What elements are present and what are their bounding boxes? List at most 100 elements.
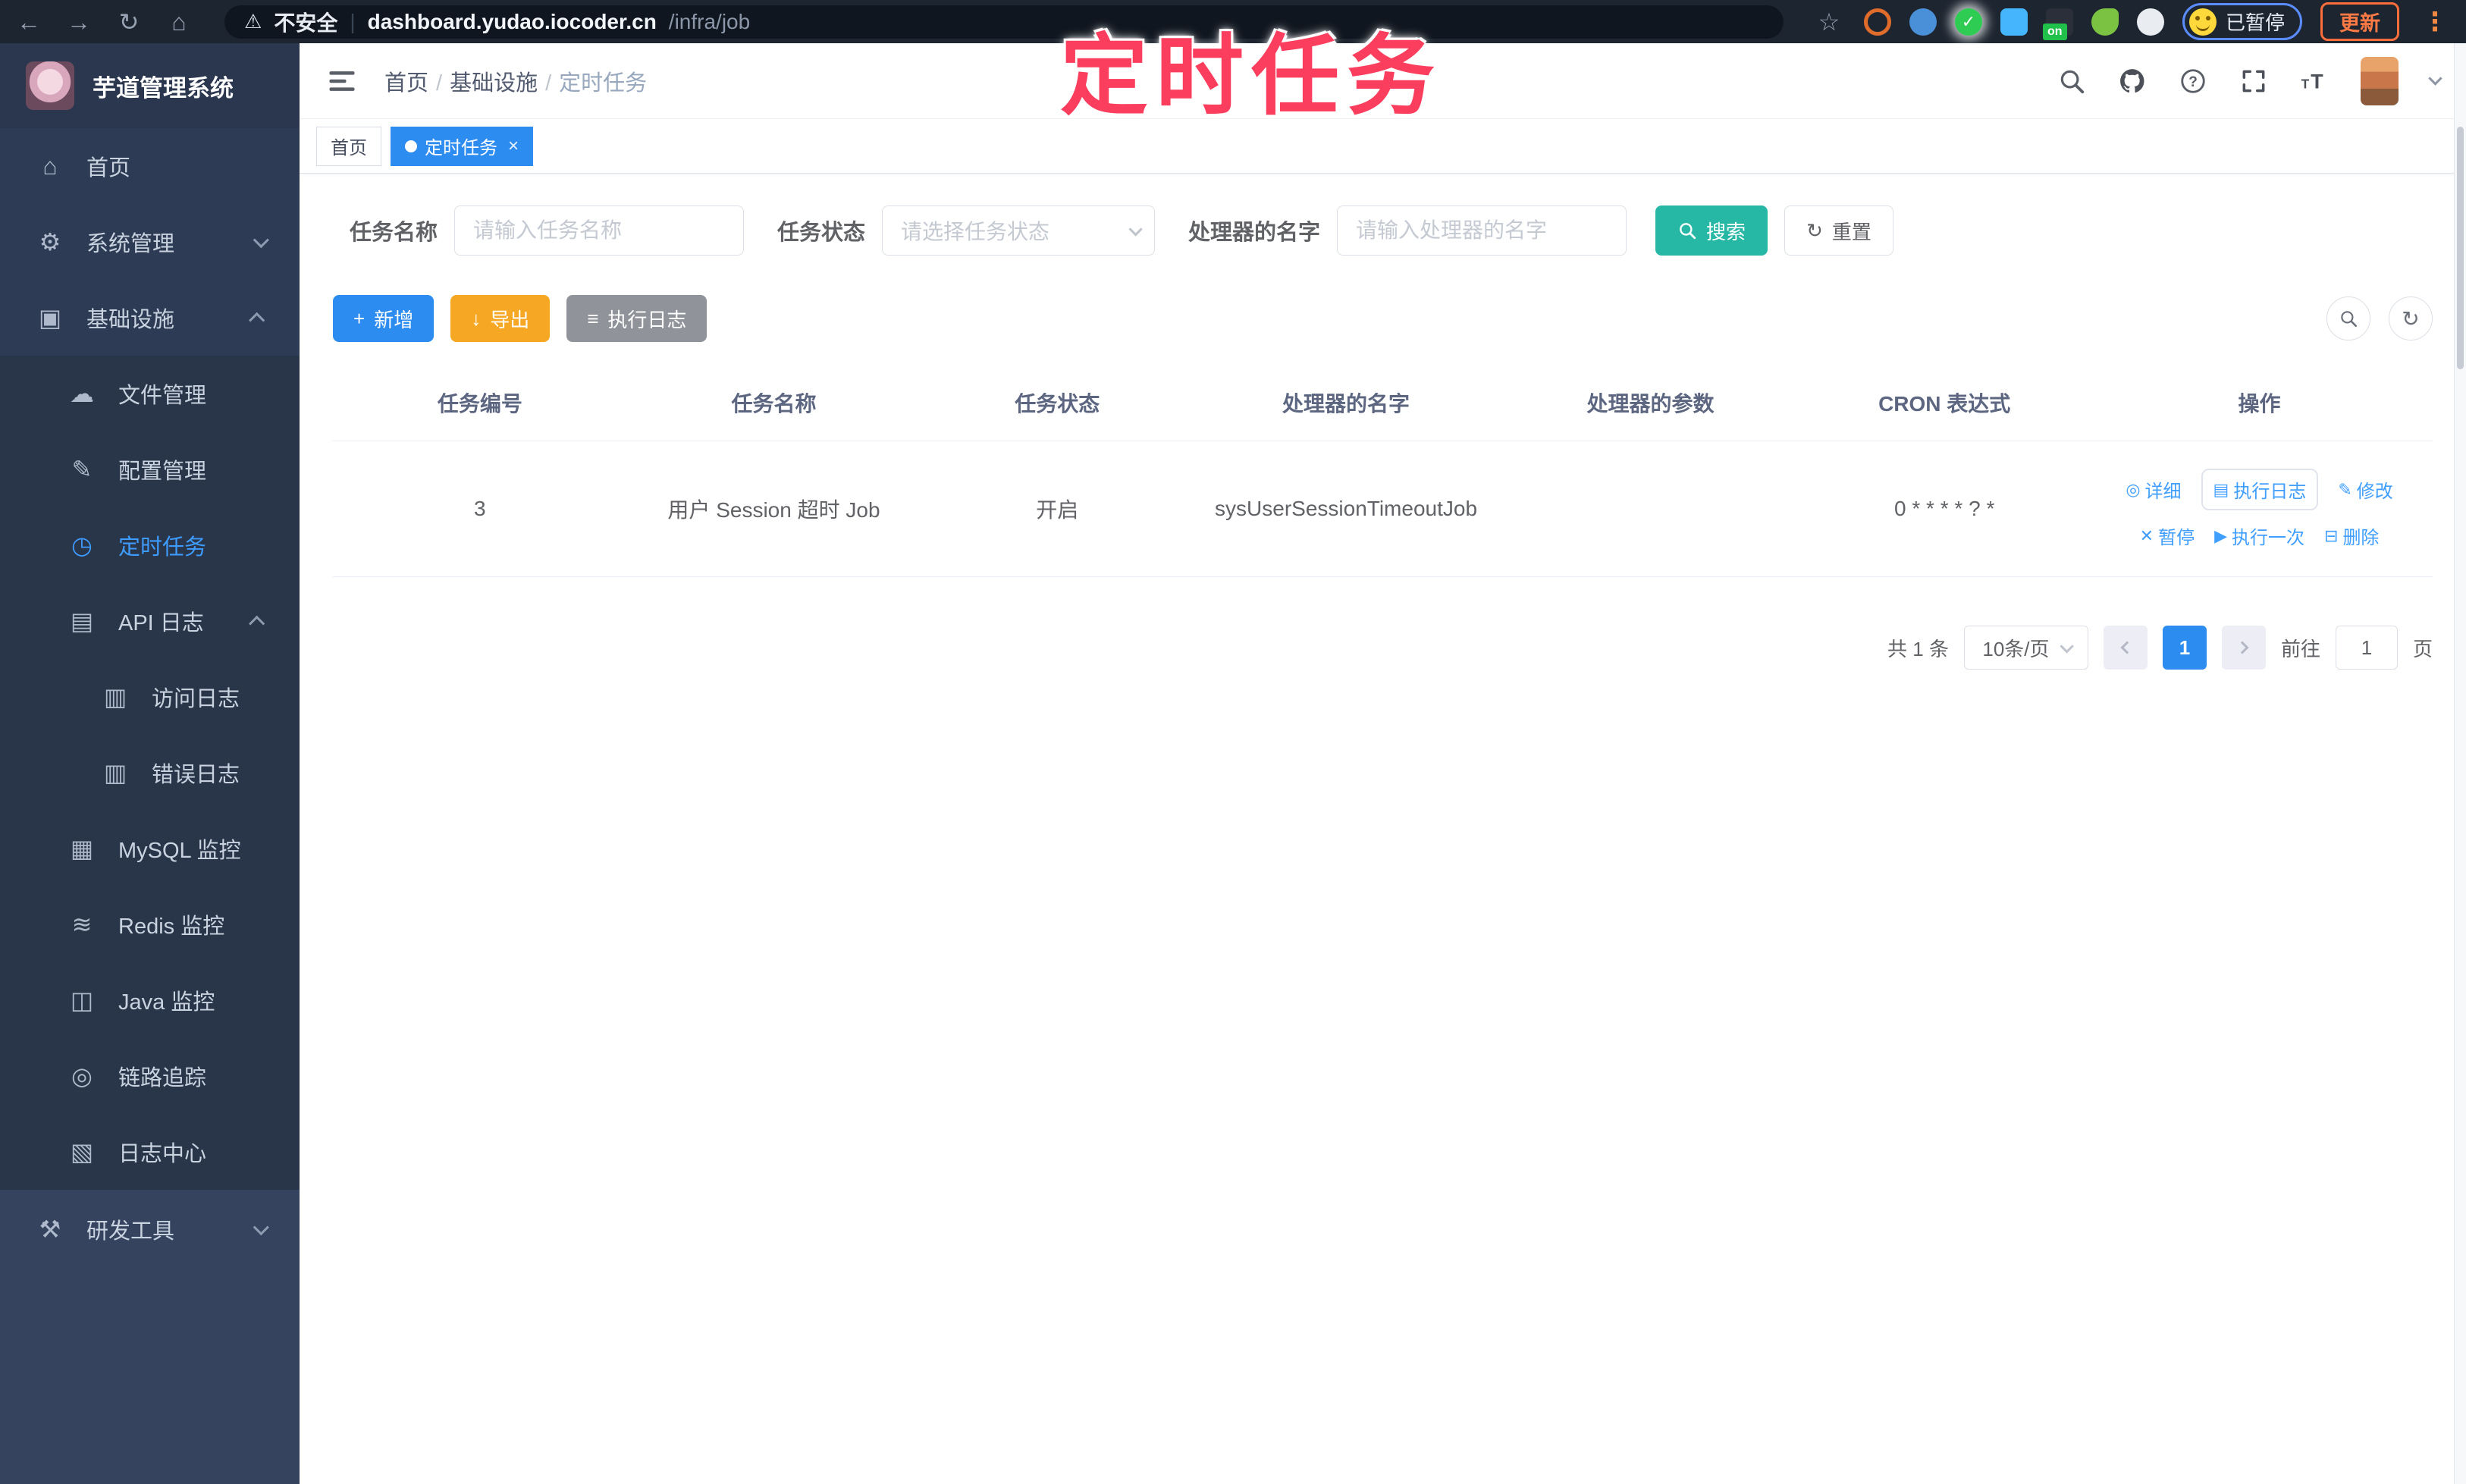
cell-job-name: 用户 Session 超时 Job <box>626 441 921 577</box>
extension-cyan-icon[interactable] <box>2000 8 2028 36</box>
exec-log-link[interactable]: ▤ 执行日志 <box>2201 469 2319 510</box>
prev-page-button[interactable] <box>2103 626 2148 670</box>
navbar-actions: ? T T <box>2057 56 2442 105</box>
export-button-label: 导出 <box>490 308 530 331</box>
cloud-upload-icon: ☁ <box>70 380 94 407</box>
sidebar-item-api-logs[interactable]: ▤ API 日志 <box>0 583 300 659</box>
timer-icon: ◷ <box>71 532 93 559</box>
log-icon: ▤ <box>2213 479 2229 499</box>
run-once-link[interactable]: ▶ 执行一次 <box>2214 522 2304 549</box>
browser-forward-icon[interactable]: → <box>64 10 94 34</box>
extension-blue-icon[interactable] <box>1909 8 1937 36</box>
hamburger-icon[interactable] <box>325 64 359 98</box>
not-secure-warning-icon: ⚠ <box>244 10 262 33</box>
extension-leaf-icon[interactable] <box>2091 8 2119 36</box>
handler-name-input[interactable] <box>1337 206 1627 256</box>
chevron-down-icon <box>2059 638 2074 654</box>
active-tab-dot <box>405 140 417 152</box>
next-page-button[interactable] <box>2221 626 2266 670</box>
page-number-button[interactable]: 1 <box>2162 626 2207 670</box>
address-bar[interactable]: ⚠ 不安全 | dashboard.yudao.iocoder.cn /infr… <box>224 5 1784 39</box>
sidebar-item-infrastructure[interactable]: ▣ 基础设施 <box>0 280 300 356</box>
font-size-icon[interactable]: T T <box>2300 67 2329 96</box>
svg-text:T: T <box>2311 70 2323 93</box>
plus-icon: + <box>353 307 366 330</box>
goto-page-input[interactable] <box>2335 626 2398 670</box>
tab-label: 首页 <box>331 138 367 158</box>
sidebar-item-system-mgmt[interactable]: ⚙ 系统管理 <box>0 204 300 280</box>
task-name-input[interactable] <box>454 206 745 256</box>
sidebar-item-access-logs[interactable]: ▥ 访问日志 <box>0 659 300 735</box>
tab-home[interactable]: 首页 <box>316 126 381 166</box>
sidebar-item-redis-monitor[interactable]: ≋ Redis 监控 <box>0 886 300 962</box>
breadcrumb-current: 定时任务 <box>559 71 648 96</box>
sidebar-item-label: 首页 <box>86 156 131 180</box>
scrollbar-thumb[interactable] <box>2457 127 2464 369</box>
github-icon[interactable] <box>2118 67 2147 96</box>
extension-orange-icon[interactable] <box>1863 8 1891 36</box>
detail-link[interactable]: ◎ 详细 <box>2126 476 2181 503</box>
delete-link[interactable]: ⊟ 删除 <box>2324 522 2379 549</box>
sidebar-bottom-section: ⚒ 研发工具 <box>0 1190 300 1484</box>
sidebar-item-scheduled-jobs[interactable]: ◷ 定时任务 <box>0 507 300 583</box>
bookmark-star-icon[interactable]: ☆ <box>1814 10 1844 34</box>
action-label: 删除 <box>2342 528 2380 548</box>
gear-icon: ⚙ <box>39 228 61 256</box>
search-icon[interactable] <box>2057 67 2086 96</box>
table-header-row: 任务编号 任务名称 任务状态 处理器的名字 处理器的参数 CRON 表达式 操作 <box>333 368 2433 441</box>
page-scrollbar[interactable] <box>2454 43 2466 1484</box>
browser-home-icon[interactable]: ⌂ <box>164 10 194 34</box>
handler-name-text: sysUserSessionTimeoutJob <box>1215 496 1478 520</box>
sidebar-item-error-logs[interactable]: ▥ 错误日志 <box>0 735 300 811</box>
action-label: 修改 <box>2356 482 2393 502</box>
sidebar-logo-row[interactable]: 芋道管理系统 <box>0 43 300 128</box>
task-status-select[interactable]: 请选择任务状态 <box>882 206 1156 256</box>
browser-reload-icon[interactable]: ↻ <box>114 10 144 34</box>
reset-button[interactable]: ↻ 重置 <box>1784 206 1893 256</box>
sidebar-item-dev-tools[interactable]: ⚒ 研发工具 <box>0 1191 300 1267</box>
refresh-table-button[interactable]: ↻ <box>2389 296 2433 340</box>
edit-link[interactable]: ✎ 修改 <box>2338 476 2392 503</box>
pen-icon: ✎ <box>2338 479 2352 499</box>
profile-paused-pill[interactable]: 已暂停 <box>2182 3 2302 40</box>
eye-icon: ◎ <box>2126 479 2141 499</box>
extension-switch-icon[interactable]: on <box>2042 8 2073 40</box>
add-button[interactable]: + 新增 <box>333 295 435 342</box>
extension-green-check-icon[interactable]: ✓ <box>1954 8 1982 36</box>
help-icon[interactable]: ? <box>2179 67 2207 96</box>
breadcrumb-home[interactable]: 首页 <box>384 65 442 97</box>
tab-scheduled-jobs[interactable]: 定时任务 × <box>391 126 534 166</box>
search-button[interactable]: 搜索 <box>1655 206 1768 256</box>
cell-handler-name: sysUserSessionTimeoutJob <box>1194 441 1498 577</box>
extensions-puzzle-icon[interactable] <box>2136 8 2164 36</box>
sidebar-item-label: MySQL 监控 <box>118 839 241 863</box>
sidebar-item-trace[interactable]: ◎ 链路追踪 <box>0 1038 300 1114</box>
sidebar-item-log-center[interactable]: ▧ 日志中心 <box>0 1114 300 1190</box>
sidebar-item-java-monitor[interactable]: ◫ Java 监控 <box>0 962 300 1038</box>
chevron-left-icon <box>2120 641 2134 654</box>
sidebar-item-home[interactable]: ⌂ 首页 <box>0 128 300 204</box>
task-status-label: 任务状态 <box>777 221 866 245</box>
sidebar-item-config-mgmt[interactable]: ✎ 配置管理 <box>0 431 300 507</box>
pause-link[interactable]: ✕ 暂停 <box>2140 522 2195 549</box>
exec-log-button[interactable]: ≡ 执行日志 <box>566 295 707 342</box>
toggle-search-button[interactable] <box>2326 296 2370 340</box>
user-avatar[interactable] <box>2361 56 2399 105</box>
sidebar-item-file-mgmt[interactable]: ☁ 文件管理 <box>0 356 300 431</box>
fullscreen-icon[interactable] <box>2239 67 2268 96</box>
app-logo <box>26 61 74 110</box>
avatar-caret-icon[interactable] <box>2428 71 2442 86</box>
sidebar-item-mysql-monitor[interactable]: ▦ MySQL 监控 <box>0 811 300 886</box>
api-log-icon: ▤ <box>70 607 94 635</box>
browser-menu-kebab-icon[interactable]: ⋮ <box>2417 7 2452 37</box>
browser-update-button[interactable]: 更新 <box>2320 2 2399 41</box>
table-row: 3 用户 Session 超时 Job 开启 sysUserSessionTim… <box>333 441 2433 577</box>
page-size-select[interactable]: 10条/页 <box>1963 626 2088 670</box>
close-icon[interactable]: × <box>508 136 519 157</box>
export-button[interactable]: ↓ 导出 <box>450 295 551 342</box>
sidebar: 芋道管理系统 ⌂ 首页 ⚙ 系统管理 ▣ 基础设施 ☁ 文件管理 ✎ 配置管理 … <box>0 43 300 1484</box>
breadcrumb-infrastructure[interactable]: 基础设施 <box>450 65 551 97</box>
toolbar-right-tools: ↻ <box>2326 296 2433 340</box>
tags-view-bar: 首页 定时任务 × <box>300 119 2466 174</box>
browser-back-icon[interactable]: ← <box>14 10 44 34</box>
